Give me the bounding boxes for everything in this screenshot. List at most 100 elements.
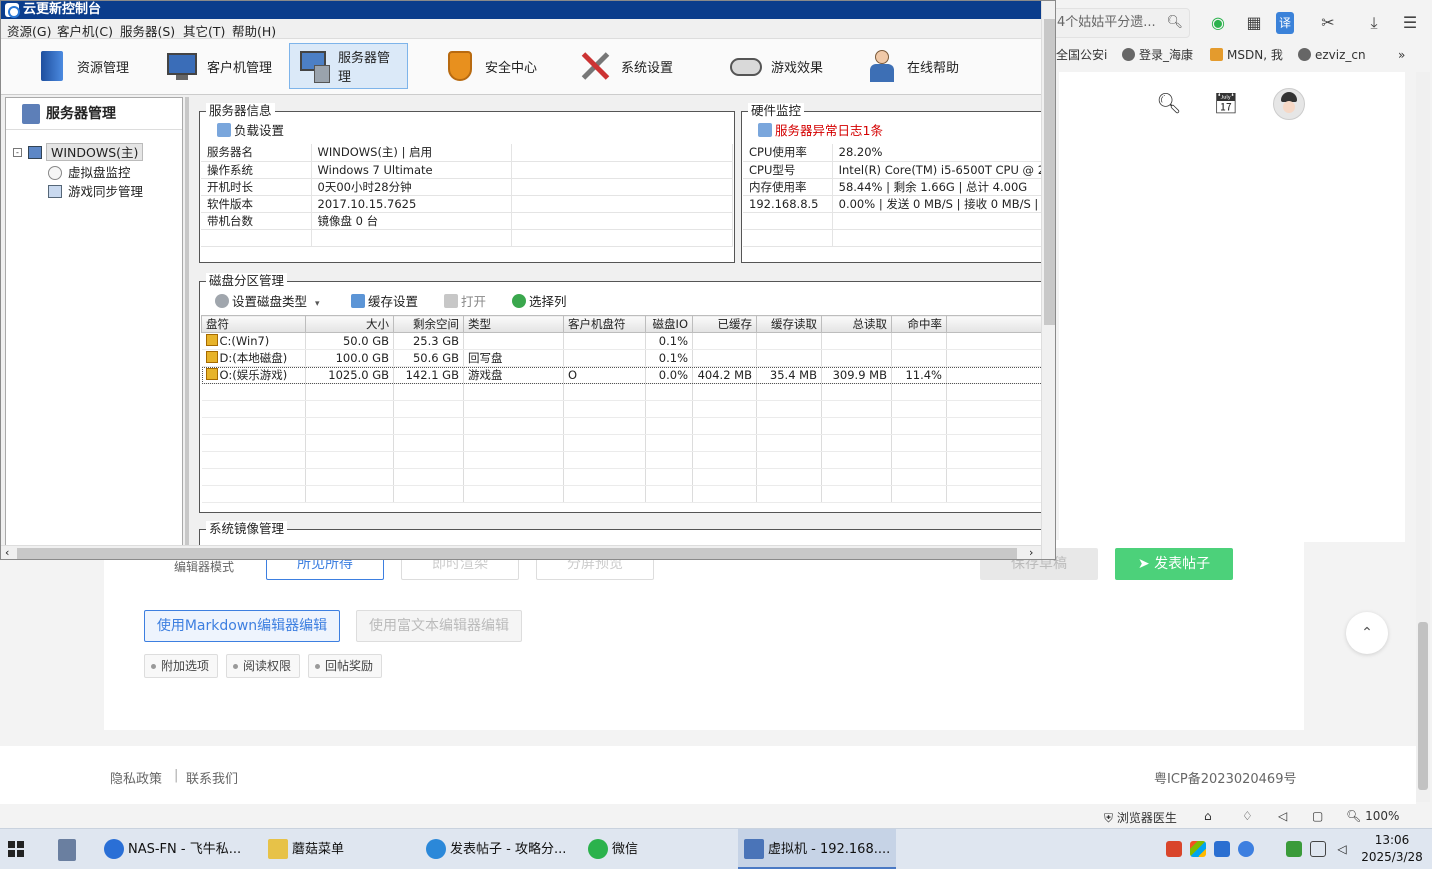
start-icon[interactable] [8,841,24,857]
scroll-right-icon[interactable]: › [1029,546,1033,559]
tray-browser-icon[interactable] [1238,841,1254,857]
bookmark-2[interactable]: 登录_海康 [1122,46,1193,64]
col-cache-read[interactable]: 缓存读取 [756,315,822,333]
bell-icon[interactable]: ♢ [1242,809,1253,823]
cache-settings-button[interactable]: 缓存设置 [351,291,418,310]
system-settings-button[interactable]: 系统设置 [571,43,681,89]
icp-link[interactable]: 粤ICP备2023020469号 [1154,768,1296,787]
calculator-icon[interactable] [58,839,76,861]
tray-nvidia-icon[interactable] [1286,841,1302,857]
table-row[interactable]: D:(本地磁盘) 100.0 GB 50.6 GB 回写盘 0.1% [201,349,1047,367]
col-disk-io[interactable]: 磁盘IO [645,315,693,333]
col-hit-rate[interactable]: 命中率 [891,315,947,333]
tray-shield-icon[interactable] [1214,841,1230,857]
col-free[interactable]: 剩余空间 [393,315,464,333]
apps-grid-icon[interactable]: ▦ [1244,12,1264,34]
menu-other[interactable]: 其它(T) [183,21,225,40]
markdown-editor-button[interactable]: 使用Markdown编辑器编辑 [144,610,340,642]
table-row[interactable]: C:(Win7) 50.0 GB 25.3 GB 0.1% [201,332,1047,350]
info-key: 软件版本 [201,195,312,213]
contact-link[interactable]: 联系我们 [186,768,238,787]
scrollbar-thumb[interactable] [1044,19,1055,325]
menu-resources[interactable]: 资源(G) [7,21,51,40]
set-disk-type-button[interactable]: 设置磁盘类型 ▾ [215,291,320,310]
chip-reply-reward[interactable]: 回帖奖励 [308,654,383,678]
collapse-toggle[interactable]: - [13,148,22,157]
menu-icon[interactable]: ☰ [1400,12,1420,34]
window-icon[interactable]: ▢ [1312,809,1323,823]
menu-clients[interactable]: 客户机(C) [57,21,113,40]
task-publish-post[interactable]: 发表帖子 - 攻略分... [420,829,572,869]
app-titlebar[interactable]: 云更新控制台 [1,1,1041,19]
more-bookmarks-icon[interactable]: » [1398,46,1405,64]
translate-icon[interactable]: 译 [1276,12,1294,34]
online-help-button[interactable]: 在线帮助 [857,43,967,89]
eye-care-icon[interactable]: ◉ [1208,12,1228,34]
zoom-control[interactable]: 🔍︎ 100% [1346,809,1399,823]
client-mgmt-button[interactable]: 客户机管理 [157,43,280,89]
zoom-value: 100% [1365,809,1400,823]
taskbar-clock[interactable]: 13:06 2025/3/28 [1360,832,1424,866]
browser-doctor[interactable]: ⛨ 浏览器医生 [1104,809,1177,826]
bookmark-3[interactable]: MSDN, 我 [1210,46,1283,64]
cell-disk-io: 0.0% [645,366,693,384]
network-icon[interactable] [1310,841,1326,857]
gift-icon[interactable]: ⌂ [1204,809,1212,823]
tray-color-icon[interactable] [1190,841,1206,857]
col-drive[interactable]: 盘符 [201,315,306,333]
scissors-icon[interactable]: ✂ [1318,12,1338,34]
error-log-link[interactable]: 服务器异常日志1条 [758,120,883,139]
task-wechat[interactable]: 微信 [582,829,702,869]
task-virtual-machine[interactable]: 虚拟机 - 192.168.... [738,829,896,869]
scroll-left-icon[interactable]: ‹ [5,546,9,559]
chip-read-permission[interactable]: 阅读权限 [226,654,301,678]
tree-item-virtual-disk[interactable]: 虚拟盘监控 [68,164,131,182]
security-center-button[interactable]: 安全中心 [435,43,545,89]
tree-item-windows-main[interactable]: WINDOWS(主) [46,143,144,161]
bookmark-1[interactable]: 全国公安i [1056,46,1107,64]
publish-button[interactable]: ➤ 发表帖子 [1115,548,1233,580]
chip-attach-options[interactable]: 附加选项 [144,654,219,678]
button-label: 负载设置 [234,123,285,138]
task-nas-fn[interactable]: NAS-FN - 飞牛私... [98,829,246,869]
scroll-top-button[interactable]: ⌃ [1346,612,1388,654]
menu-server[interactable]: 服务器(S) [120,21,175,40]
col-type[interactable]: 类型 [463,315,564,333]
browser-search-box[interactable]: 4个姑姑平分遗... 🔍︎ [1048,8,1190,38]
search-icon[interactable]: 🔍︎ [1166,9,1183,37]
page-scrollbar[interactable] [1416,72,1430,802]
calendar-icon[interactable]: 📅︎ [1213,90,1239,116]
resource-mgmt-button[interactable]: 资源管理 [27,43,137,89]
richtext-editor-button[interactable]: 使用富文本编辑器编辑 [356,610,522,642]
select-columns-button[interactable]: 选择列 [512,291,567,310]
cell-cache-read [756,332,822,350]
tree-item-game-sync[interactable]: 游戏同步管理 [68,183,143,201]
server-mgmt-button[interactable]: 服务器管理 [289,43,408,89]
menu-help[interactable]: 帮助(H) [232,21,276,40]
privacy-link[interactable]: 隐私政策 [110,768,162,787]
speaker-icon[interactable]: ◁ [1334,841,1350,857]
load-settings-button[interactable]: 负载设置 [217,120,284,139]
open-button[interactable]: 打开 [444,291,486,310]
col-client-drive[interactable]: 客户机盘符 [563,315,646,333]
panel-splitter[interactable] [185,97,189,547]
app-horizontal-scrollbar[interactable]: ‹ › [1,545,1041,559]
col-total-read[interactable]: 总读取 [821,315,892,333]
col-size[interactable]: 大小 [305,315,394,333]
bookmark-label: 登录_海康 [1139,48,1194,62]
avatar[interactable] [1273,88,1305,120]
download-icon[interactable]: ⤓ [1364,12,1384,34]
page-content-area [1059,72,1405,542]
bookmark-4[interactable]: ezviz_cn [1298,46,1366,64]
app-vertical-scrollbar[interactable] [1041,1,1055,559]
task-mushroom-menu[interactable]: 蘑菇菜单 [262,829,408,869]
game-effect-button[interactable]: 游戏效果 [721,43,831,89]
tray-app-icon[interactable] [1166,841,1182,857]
scrollbar-thumb[interactable] [1418,622,1428,790]
dropdown-arrow-icon[interactable]: ▾ [315,299,320,309]
volume-icon[interactable]: ◁ [1278,809,1287,823]
col-cached[interactable]: 已缓存 [692,315,757,333]
scrollbar-thumb[interactable] [17,548,1017,559]
search-icon[interactable]: 🔍︎ [1156,90,1182,116]
table-row[interactable]: O:(娱乐游戏) 1025.0 GB 142.1 GB 游戏盘 O 0.0% 4… [201,366,1047,384]
